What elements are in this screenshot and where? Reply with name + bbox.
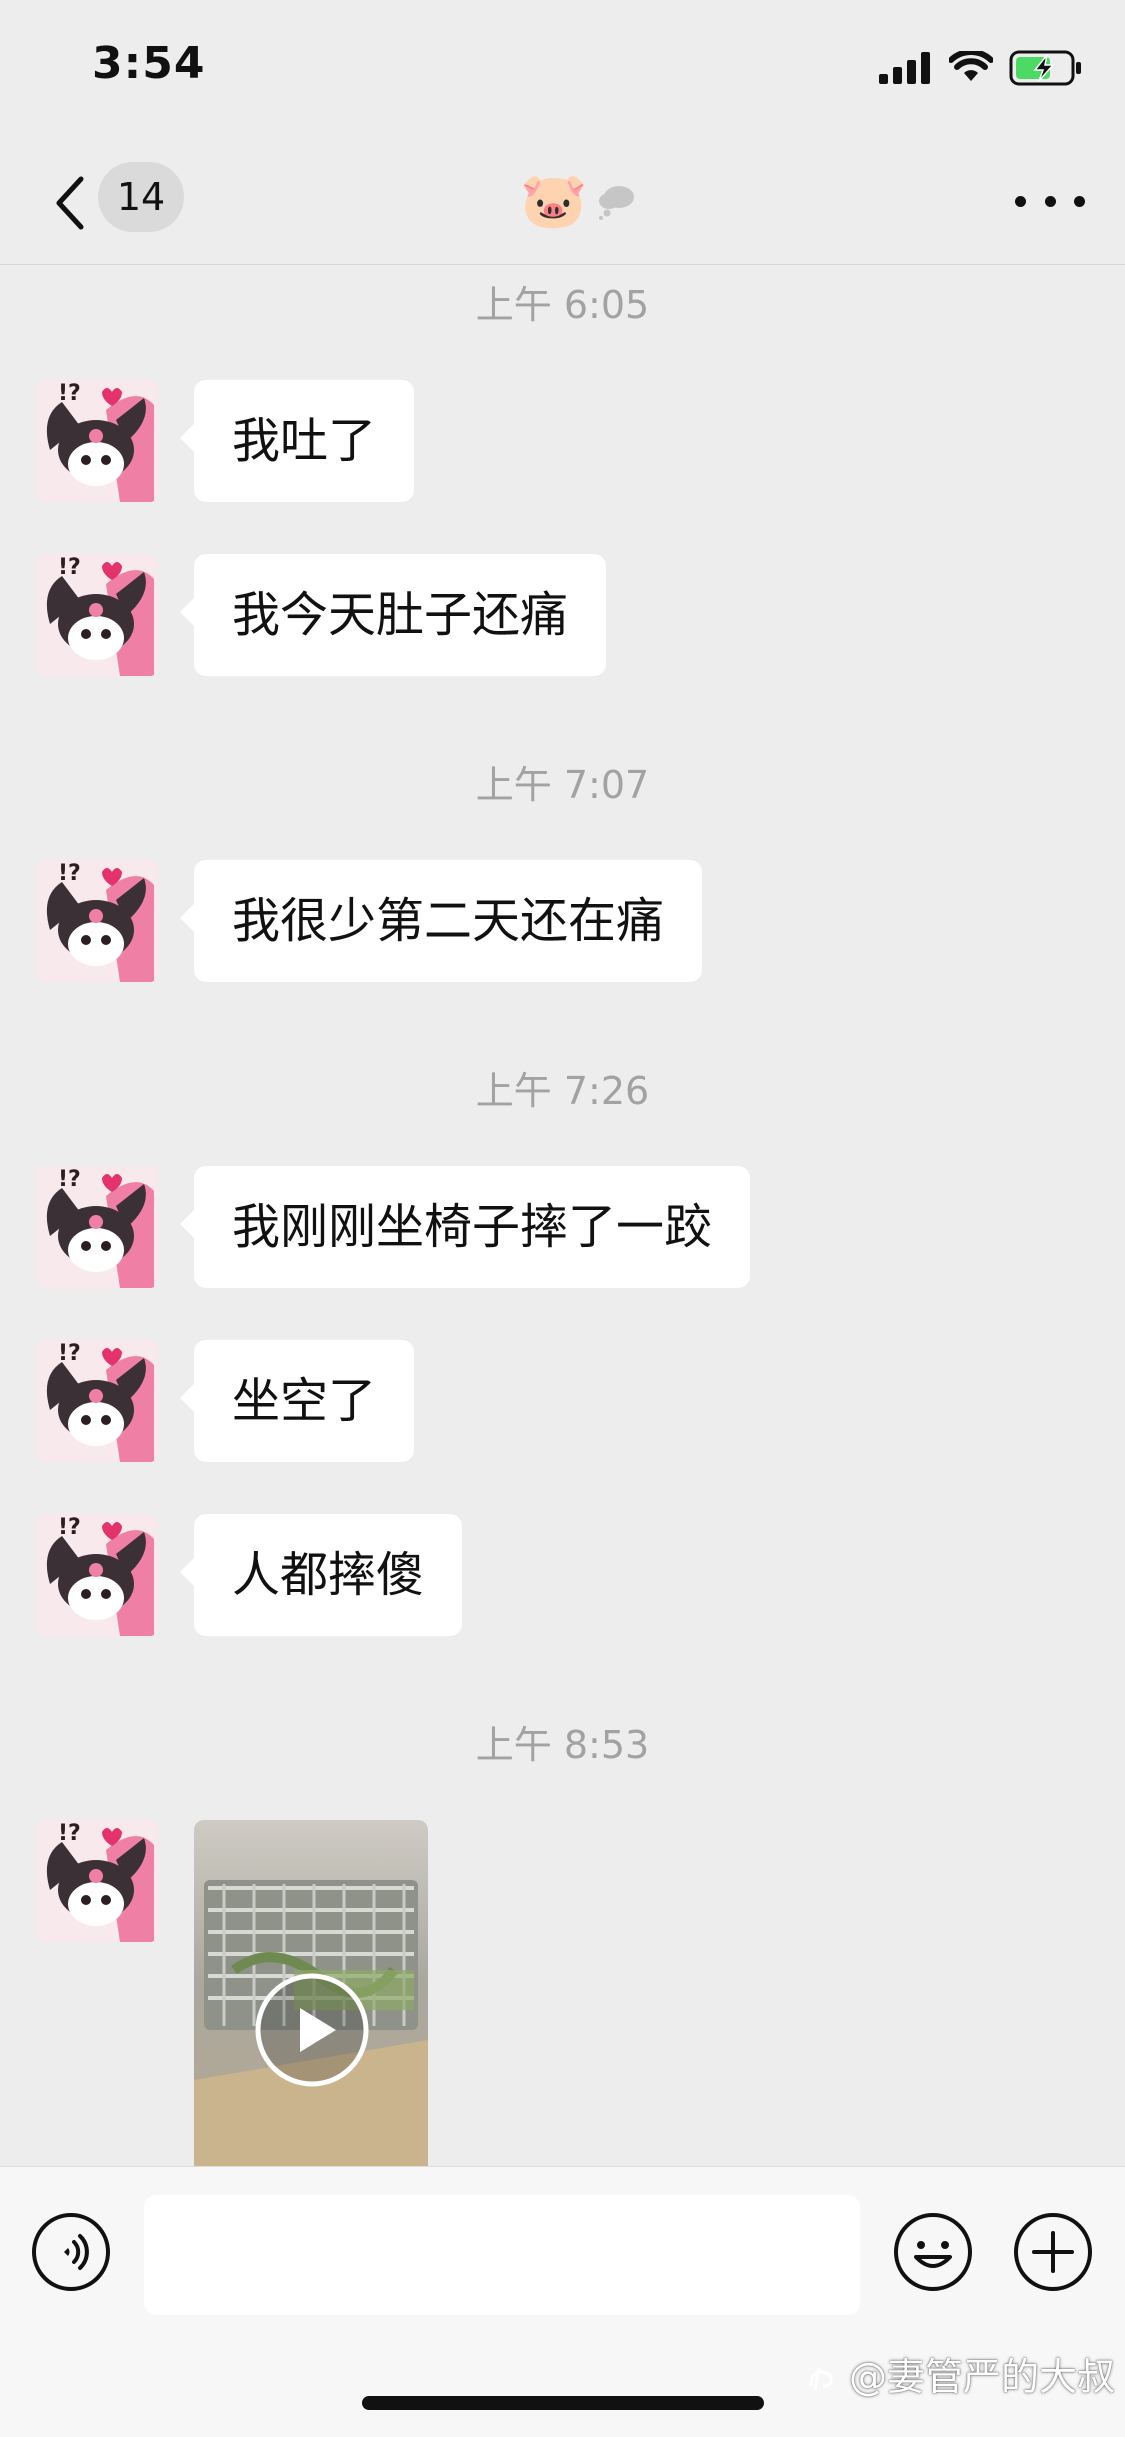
svg-text:!?: !? [58,1167,81,1192]
message-bubble[interactable]: 我今天肚子还痛 [179,554,607,676]
kuromi-avatar-image: !? [36,1166,158,1288]
svg-text:!?: !? [58,1341,81,1366]
timestamp: 上午 6:05 [475,283,650,327]
timestamp: 上午 7:07 [475,763,650,807]
kuromi-avatar-image: !? [36,1820,158,1942]
kuromi-avatar-image: !? [36,1514,158,1636]
avatar[interactable]: !? [36,554,158,676]
status-time: 3:54 [92,38,206,89]
emoji-button[interactable] [892,2211,974,2293]
avatar[interactable]: !? [36,860,158,982]
svg-text:!?: !? [58,861,81,886]
chat-nav-bar: 14 🐷 [0,140,1125,265]
message-bubble[interactable]: 坐空了 [179,1340,415,1462]
home-indicator [362,2396,764,2410]
play-icon [255,1973,369,2087]
dot [1074,195,1085,207]
message-bubble[interactable]: 人都摔傻 [179,1514,463,1636]
wifi-icon [949,51,993,81]
unread-count-badge[interactable]: 14 [98,162,184,232]
message-bubble[interactable]: 我很少第二天还在痛 [179,860,703,982]
kuromi-avatar-image: !? [36,860,158,982]
voice-icon [32,2213,110,2291]
dot [1015,195,1026,207]
cloud-icon [599,186,635,220]
watermark: @妻管严的大叔 [805,2346,1115,2401]
signal-icon [879,52,930,84]
back-button[interactable] [40,168,100,238]
avatar[interactable]: !? [36,1166,158,1288]
message-bubble[interactable]: 我刚刚坐椅子摔了一跤 [179,1166,751,1288]
message-bubble[interactable]: 我吐了 [179,380,415,502]
more-options-button[interactable] [1015,186,1085,216]
emoji-icon [894,2213,972,2291]
svg-text:!?: !? [58,1821,81,1846]
svg-text:!?: !? [58,1515,81,1540]
message-text-input[interactable] [144,2195,860,2315]
timestamp: 上午 7:26 [475,1069,650,1113]
pig-emoji: 🐷 [520,169,588,232]
voice-input-button[interactable] [30,2211,112,2293]
video-message-thumbnail[interactable] [194,1820,428,2166]
kuromi-avatar-image: !? [36,1340,158,1462]
chat-title: 🐷 [520,164,637,238]
dot [1044,195,1056,207]
more-functions-button[interactable] [1012,2211,1094,2293]
svg-text:!?: !? [58,381,81,406]
chat-message-list[interactable]: 上午 6:05 !? 我吐了 !? 我今天肚子还痛 上午 7:07 !? 我很少… [0,266,1125,2166]
avatar[interactable]: !? [36,380,158,502]
timestamp: 上午 8:53 [475,1723,650,1767]
svg-text:!?: !? [58,555,81,580]
platform-logo-icon [809,2367,833,2391]
status-bar: 3:54 [0,0,1125,140]
battery-charging-icon [1009,50,1081,86]
avatar[interactable]: !? [36,1340,158,1462]
status-icons [879,50,1083,86]
avatar[interactable]: !? [36,1514,158,1636]
watermark-text: @妻管严的大叔 [848,2355,1115,2399]
chevron-left-icon [56,176,84,230]
kuromi-avatar-image: !? [36,380,158,502]
avatar[interactable]: !? [36,1820,158,1942]
kuromi-avatar-image: !? [36,554,158,676]
plus-icon [1014,2213,1092,2291]
